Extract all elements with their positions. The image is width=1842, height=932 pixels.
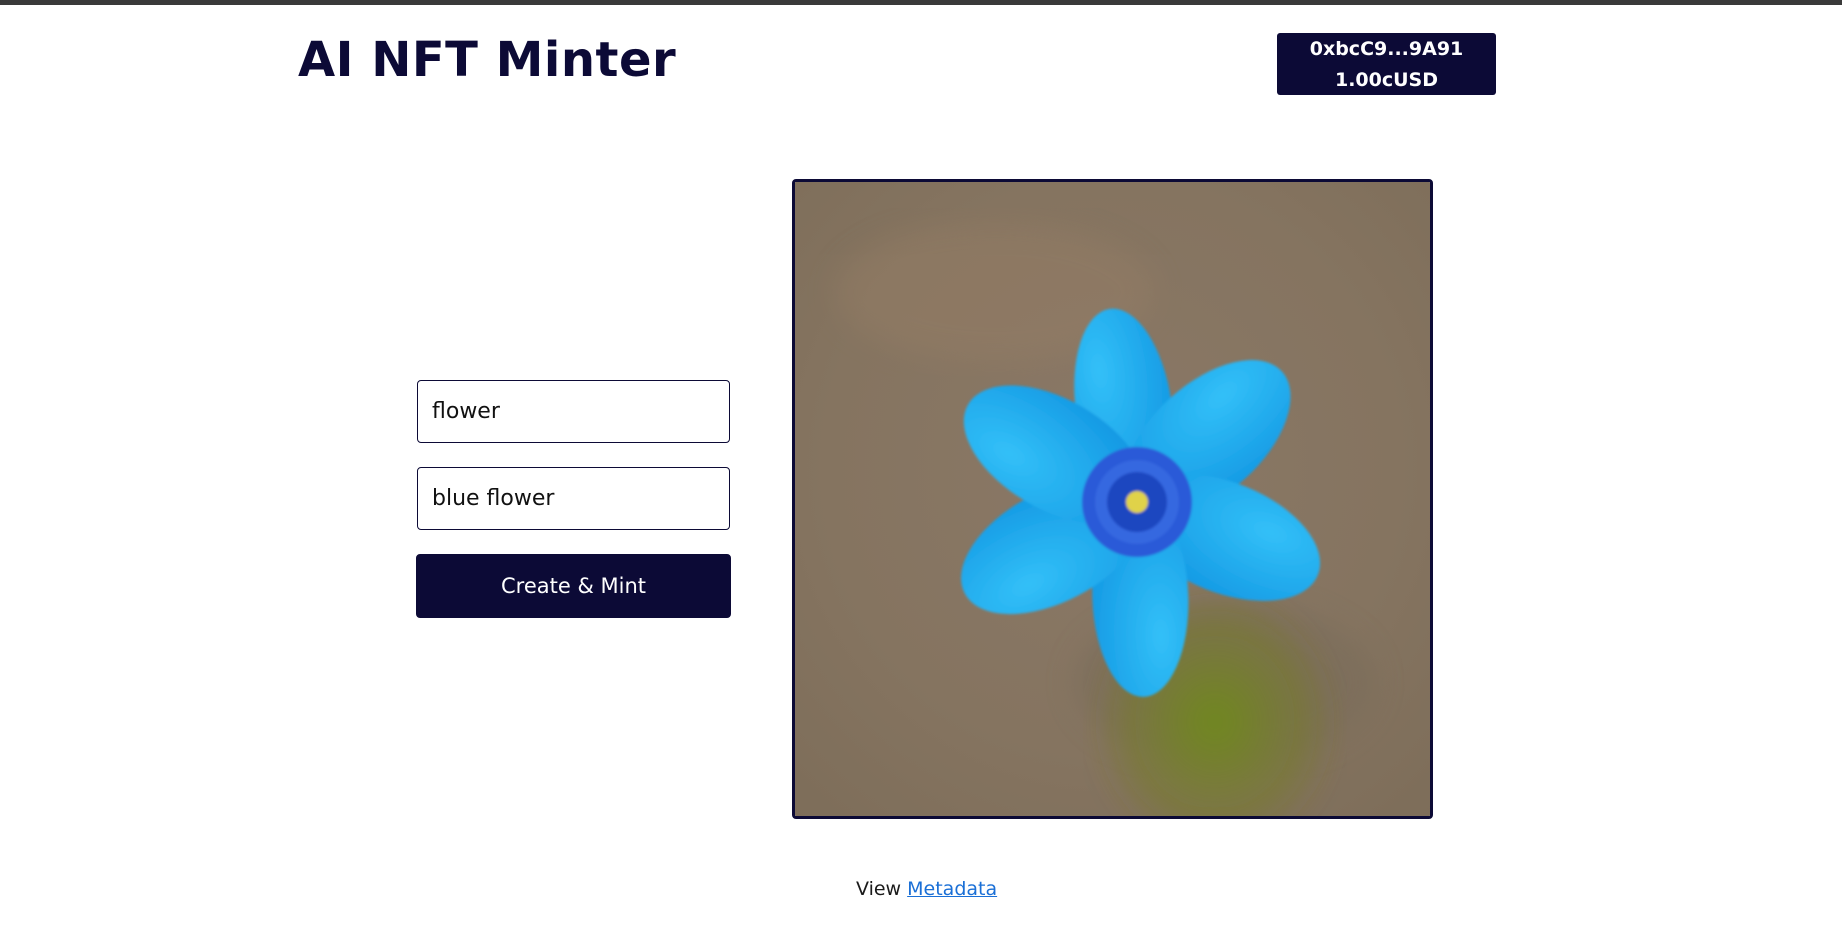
wallet-badge[interactable]: 0xbcC9...9A91 1.00cUSD: [1277, 33, 1496, 95]
view-label: View: [856, 878, 902, 900]
window-top-border: [0, 0, 1842, 5]
metadata-link[interactable]: Metadata: [907, 878, 997, 900]
wallet-balance: 1.00cUSD: [1334, 69, 1439, 91]
metadata-line: View Metadata: [856, 875, 997, 903]
wallet-address: 0xbcC9...9A91: [1309, 38, 1464, 60]
nft-description-input[interactable]: [417, 467, 730, 530]
generated-image: [792, 179, 1433, 819]
app-title: AI NFT Minter: [298, 32, 677, 88]
create-and-mint-button[interactable]: Create & Mint: [416, 554, 731, 618]
nft-name-input[interactable]: [417, 380, 730, 443]
